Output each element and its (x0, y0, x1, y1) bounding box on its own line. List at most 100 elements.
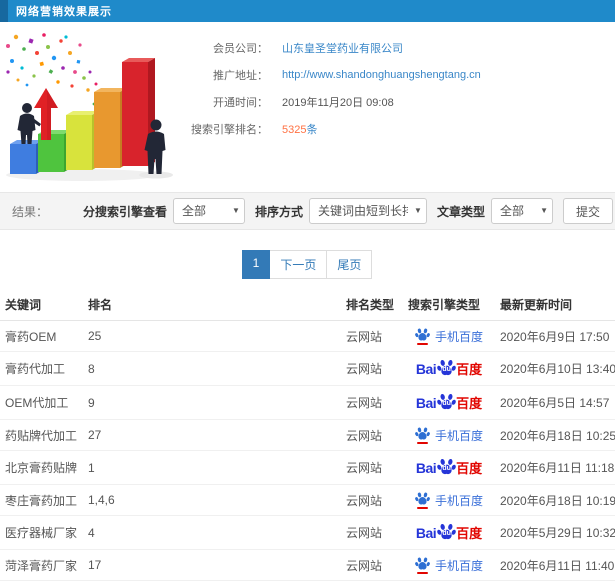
keyword-cell: 北京膏药贴牌 (0, 450, 83, 485)
baidu-paw-icon (415, 427, 430, 440)
keyword-cell: 膏药OEM (0, 320, 83, 352)
keyword-cell: 菏泽膏药厂家 (0, 549, 83, 581)
engine-cell: Bai du 百度 (403, 351, 495, 386)
baidu-red-underline (416, 572, 428, 574)
engine-filter-label: 分搜索引擎查看 (82, 204, 167, 219)
rank-link[interactable]: 8 (83, 351, 341, 386)
table-row: 枣庄膏药加工 1,4,6 云网站 手机百度 2020年6月18日 10:19 (0, 484, 615, 516)
rank-type-cell: 云网站 (341, 515, 403, 550)
engine-label: 手机百度 (434, 329, 483, 344)
next-page-button[interactable]: 下一页 (269, 250, 328, 279)
company-link[interactable]: 山东皇圣堂药业有限公司 (282, 40, 403, 56)
info-row-open-time: 开通时间： 2019年11月20日 09:08 (188, 88, 615, 115)
table-row: 北京膏药贴牌 1 云网站 Bai du 百度 2020年6月11日 11:18 (0, 450, 615, 485)
info-row-company: 会员公司： 山东皇圣堂药业有限公司 (188, 34, 615, 61)
results-table: 关键词 排名 排名类型 搜索引擎类型 最新更新时间 膏药OEM 25 云网站 手… (0, 289, 615, 581)
baidu-logo: Bai du 百度 (416, 392, 482, 413)
article-type-label: 文章类型 (436, 204, 485, 219)
baidu-logo: Bai du 百度 (416, 457, 482, 478)
open-time-value: 2019年11月20日 09:08 (282, 96, 394, 109)
baidu-red-underline (416, 507, 428, 509)
baidu-bai-text: Bai (415, 459, 437, 476)
page-1-button[interactable]: 1 (241, 250, 271, 279)
engine-cell: Bai du 百度 (403, 450, 495, 485)
page-title: 网络营销效果展示 (16, 6, 112, 18)
mobile-baidu-badge: 手机百度 (415, 327, 483, 345)
mobile-baidu-badge: 手机百度 (415, 556, 483, 574)
rank-link[interactable]: 27 (83, 419, 341, 451)
mobile-baidu-icon (415, 327, 430, 345)
rank-link[interactable]: 17 (83, 549, 341, 581)
baidu-paw-wrap: du (437, 457, 456, 476)
table-header-row: 关键词 排名 排名类型 搜索引擎类型 最新更新时间 (0, 289, 615, 321)
article-type-select[interactable]: 全部 (490, 198, 553, 224)
mobile-baidu-icon (415, 491, 430, 509)
engine-label: 手机百度 (434, 428, 483, 443)
mobile-baidu-badge: 手机百度 (415, 426, 483, 444)
baidu-paw-icon (415, 492, 430, 505)
filter-group-sort: 排序方式 关键词由短到长排序 ▼ (255, 198, 427, 224)
update-time-cell: 2020年6月5日 14:57 (495, 385, 615, 420)
keyword-cell: 枣庄膏药加工 (0, 484, 83, 516)
mobile-baidu-badge: 手机百度 (415, 491, 483, 509)
info-row-url: 推广地址： http://www.shandonghuangshengtang.… (188, 61, 615, 88)
rank-type-cell: 云网站 (341, 385, 403, 420)
baidu-bai-text: Bai (415, 524, 437, 541)
baidu-cn-text: 百度 (456, 526, 483, 541)
header-keyword: 关键词 (0, 289, 83, 321)
filter-controls: 分搜索引擎查看 全部 ▼ 排序方式 关键词由短到长排序 ▼ 文章类型 全部 ▼ … (73, 198, 613, 224)
table-row: 医疗器械厂家 4 云网站 Bai du 百度 2020年5月29日 10:32 (0, 515, 615, 550)
baidu-cn-text: 百度 (456, 362, 483, 377)
hero-section: 会员公司： 山东皇圣堂药业有限公司 推广地址： http://www.shand… (0, 22, 615, 190)
member-info: 会员公司： 山东皇圣堂药业有限公司 推广地址： http://www.shand… (188, 22, 615, 190)
illustration-wrap (0, 22, 188, 190)
growth-bar-chart-illustration (6, 33, 173, 181)
rank-count-number: 5325 (282, 123, 307, 136)
mobile-baidu-icon (415, 556, 430, 574)
baidu-paw-wrap: du (437, 522, 456, 541)
baidu-cn-text: 百度 (456, 461, 483, 476)
engine-cell: 手机百度 (403, 484, 495, 516)
article-type-select-wrap: 全部 ▼ (490, 198, 553, 224)
update-time-cell: 2020年6月11日 11:18 (495, 450, 615, 485)
open-time-label: 开通时间： (213, 96, 268, 109)
rank-count-value: 5325条 (282, 121, 317, 137)
keyword-cell: 医疗器械厂家 (0, 515, 83, 550)
table-row: 菏泽膏药厂家 17 云网站 手机百度 2020年6月11日 11:40 (0, 549, 615, 581)
sort-select[interactable]: 关键词由短到长排序 (308, 198, 427, 224)
table-row: 膏药OEM 25 云网站 手机百度 2020年6月9日 17:50 (0, 320, 615, 352)
last-page-button[interactable]: 尾页 (326, 250, 373, 279)
promo-url-link[interactable]: http://www.shandonghuangshengtang.cn (282, 69, 481, 81)
rank-type-cell: 云网站 (341, 419, 403, 451)
keyword-cell: 膏药代加工 (0, 351, 83, 386)
engine-cell: 手机百度 (403, 419, 495, 451)
keyword-cell: 药贴牌代加工 (0, 419, 83, 451)
baidu-bai-text: Bai (415, 394, 437, 411)
baidu-du-text: du (442, 400, 451, 407)
rank-link[interactable]: 1 (83, 450, 341, 485)
engine-cell: 手机百度 (403, 549, 495, 581)
header-rank: 排名 (83, 289, 341, 321)
rank-type-cell: 云网站 (341, 351, 403, 386)
filter-group-engine: 分搜索引擎查看 全部 ▼ (83, 198, 245, 224)
engine-label: 手机百度 (434, 558, 483, 573)
update-time-cell: 2020年6月18日 10:25 (495, 419, 615, 451)
baidu-red-underline (416, 442, 428, 444)
engine-select[interactable]: 全部 (172, 198, 245, 224)
rank-link[interactable]: 1,4,6 (83, 484, 341, 516)
header-rank-type: 排名类型 (341, 289, 403, 321)
keyword-cell: OEM代加工 (0, 385, 83, 420)
rank-link[interactable]: 4 (83, 515, 341, 550)
update-time-cell: 2020年6月11日 11:40 (495, 549, 615, 581)
mobile-baidu-icon (415, 426, 430, 444)
promo-url-label: 推广地址： (213, 69, 268, 82)
header-engine-type: 搜索引擎类型 (403, 289, 495, 321)
info-row-rank-count: 搜索引擎排名： 5325条 (188, 115, 615, 142)
baidu-logo: Bai du 百度 (416, 358, 482, 379)
sort-filter-label: 排序方式 (254, 204, 303, 219)
filter-group-article-type: 文章类型 全部 ▼ (437, 198, 553, 224)
rank-link[interactable]: 25 (83, 320, 341, 352)
rank-link[interactable]: 9 (83, 385, 341, 420)
submit-button[interactable]: 提交 (562, 198, 613, 224)
engine-select-wrap: 全部 ▼ (172, 198, 245, 224)
